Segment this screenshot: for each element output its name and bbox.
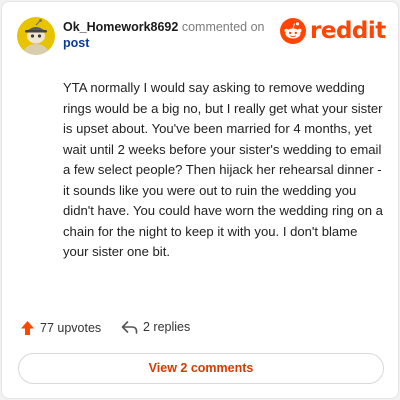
username[interactable]: Ok_Homework8692	[63, 20, 178, 34]
action-text: commented on	[181, 20, 265, 34]
reddit-snoo-icon	[280, 18, 306, 44]
replies-button[interactable]: 2 replies	[121, 320, 190, 334]
reply-arrow-icon[interactable]	[121, 320, 138, 334]
user-avatar[interactable]	[17, 17, 55, 55]
reddit-wordmark: reddit	[310, 18, 386, 44]
post-link[interactable]: post	[63, 36, 89, 50]
snoo-avatar-icon	[24, 19, 48, 55]
upvote-arrow-icon[interactable]	[20, 320, 35, 336]
comment-header: Ok_Homework8692 commented on post	[63, 19, 273, 51]
reply-count: 2 replies	[143, 320, 191, 334]
upvote-count: 77 upvotes	[40, 321, 102, 335]
comment-card: Ok_Homework8692 commented on post reddit…	[1, 1, 399, 399]
upvote-button[interactable]: 77 upvotes	[20, 320, 101, 336]
view-comments-button[interactable]: View 2 comments	[18, 353, 384, 384]
comment-body: YTA normally I would say asking to remov…	[63, 80, 383, 259]
reddit-logo[interactable]: reddit	[280, 18, 386, 44]
